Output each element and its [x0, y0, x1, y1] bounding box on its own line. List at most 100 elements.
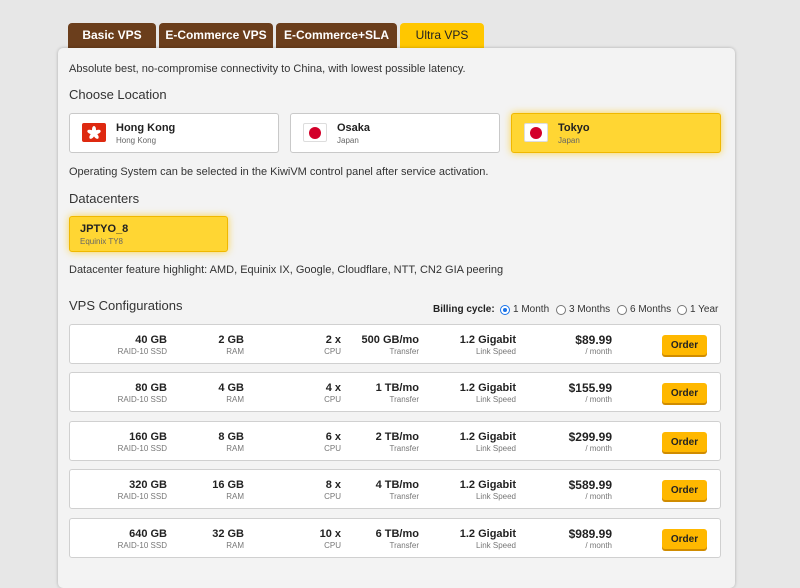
order-button[interactable]: Order: [662, 383, 707, 403]
disk-value: 40 GB: [135, 334, 167, 346]
radio-icon[interactable]: [556, 304, 566, 315]
transfer-value: 1 TB/mo: [375, 382, 419, 394]
billing-option-6-months[interactable]: 6 Months: [617, 304, 671, 315]
transfer-label: Transfer: [389, 541, 420, 550]
os-note: Operating System can be selected in the …: [69, 166, 489, 178]
order-button[interactable]: Order: [662, 335, 707, 355]
transfer-label: Transfer: [389, 444, 420, 453]
cpu-label: CPU: [324, 444, 341, 453]
disk-label: RAID-10 SSD: [117, 395, 167, 404]
tab-ultra-vps[interactable]: Ultra VPS: [400, 23, 484, 48]
location-name: Osaka: [337, 122, 371, 134]
disk-label: RAID-10 SSD: [117, 541, 167, 550]
ram-label: RAM: [226, 395, 244, 404]
radio-selected-icon[interactable]: [500, 304, 510, 315]
cpu-value: 8 x: [325, 479, 341, 491]
japan-flag-icon: [524, 123, 548, 142]
disk-value: 160 GB: [129, 431, 167, 443]
order-button[interactable]: Order: [662, 529, 707, 549]
transfer-value: 2 TB/mo: [375, 431, 419, 443]
billing-option-1-year[interactable]: 1 Year: [677, 304, 718, 315]
transfer-value: 4 TB/mo: [375, 479, 419, 491]
link-speed-label: Link Speed: [475, 395, 516, 404]
cpu-value: 6 x: [325, 431, 341, 443]
config-row: 80 GB RAID-10 SSD 4 GB RAM 4 x CPU 1 TB/…: [69, 372, 721, 412]
billing-cycle-label: Billing cycle:: [433, 304, 495, 315]
transfer-label: Transfer: [389, 492, 420, 501]
radio-icon[interactable]: [617, 304, 627, 315]
link-speed-value: 1.2 Gigabit: [459, 528, 516, 540]
link-speed-value: 1.2 Gigabit: [459, 431, 516, 443]
ram-label: RAM: [226, 492, 244, 501]
billing-option-3-months[interactable]: 3 Months: [556, 304, 610, 315]
cpu-label: CPU: [324, 492, 341, 501]
billing-option-1-month[interactable]: 1 Month: [500, 304, 549, 315]
config-row: 320 GB RAID-10 SSD 16 GB RAM 8 x CPU 4 T…: [69, 469, 721, 509]
product-tabs: Basic VPS E-Commerce VPS E-Commerce+SLA …: [68, 23, 487, 48]
transfer-label: Transfer: [389, 395, 420, 404]
link-speed-value: 1.2 Gigabit: [459, 382, 516, 394]
tab-ecommerce-vps[interactable]: E-Commerce VPS: [159, 23, 273, 48]
config-row: 640 GB RAID-10 SSD 32 GB RAM 10 x CPU 6 …: [69, 518, 721, 558]
price-value: $89.99: [575, 333, 612, 347]
config-row: 160 GB RAID-10 SSD 8 GB RAM 6 x CPU 2 TB…: [69, 421, 721, 461]
hong-kong-flag-icon: [82, 123, 106, 142]
cpu-value: 4 x: [325, 382, 341, 394]
link-speed-label: Link Speed: [475, 347, 516, 356]
disk-label: RAID-10 SSD: [117, 492, 167, 501]
location-name: Tokyo: [558, 122, 590, 134]
ram-value: 2 GB: [218, 334, 244, 346]
price-value: $155.99: [568, 381, 612, 395]
ram-label: RAM: [226, 541, 244, 550]
location-option-osaka[interactable]: Osaka Japan: [290, 113, 500, 153]
cpu-value: 2 x: [325, 334, 341, 346]
disk-value: 320 GB: [129, 479, 167, 491]
config-row: 40 GB RAID-10 SSD 2 GB RAM 2 x CPU 500 G…: [69, 324, 721, 364]
ram-value: 32 GB: [212, 528, 244, 540]
transfer-value: 500 GB/mo: [361, 334, 419, 346]
configs-heading: VPS Configurations: [69, 298, 183, 313]
order-button[interactable]: Order: [662, 480, 707, 500]
ram-value: 16 GB: [212, 479, 244, 491]
cpu-label: CPU: [324, 347, 341, 356]
price-period: / month: [585, 492, 612, 501]
tab-basic-vps[interactable]: Basic VPS: [68, 23, 156, 48]
datacenter-option-jptyo8[interactable]: JPTYO_8 Equinix TY8: [69, 216, 228, 252]
price-period: / month: [585, 395, 612, 404]
link-speed-value: 1.2 Gigabit: [459, 334, 516, 346]
order-button[interactable]: Order: [662, 432, 707, 452]
link-speed-label: Link Speed: [475, 492, 516, 501]
location-country: Japan: [558, 136, 580, 145]
cpu-label: CPU: [324, 541, 341, 550]
datacenter-name: JPTYO_8: [80, 223, 129, 235]
transfer-label: Transfer: [389, 347, 420, 356]
price-period: / month: [585, 444, 612, 453]
location-name: Hong Kong: [116, 122, 176, 134]
datacenter-facility: Equinix TY8: [80, 237, 123, 246]
radio-icon[interactable]: [677, 304, 687, 315]
tab-ecommerce-sla[interactable]: E-Commerce+SLA: [276, 23, 397, 48]
price-period: / month: [585, 347, 612, 356]
price-value: $299.99: [568, 430, 612, 444]
location-option-hong-kong[interactable]: Hong Kong Hong Kong: [69, 113, 279, 153]
disk-label: RAID-10 SSD: [117, 347, 167, 356]
intro-text: Absolute best, no-compromise connectivit…: [69, 63, 466, 75]
location-country: Japan: [337, 136, 359, 145]
ram-value: 4 GB: [218, 382, 244, 394]
datacenters-heading: Datacenters: [69, 191, 140, 206]
datacenter-highlight: Datacenter feature highlight: AMD, Equin…: [69, 264, 504, 276]
link-speed-label: Link Speed: [475, 444, 516, 453]
link-speed-value: 1.2 Gigabit: [459, 479, 516, 491]
ram-label: RAM: [226, 444, 244, 453]
price-period: / month: [585, 541, 612, 550]
ram-value: 8 GB: [218, 431, 244, 443]
disk-value: 80 GB: [135, 382, 167, 394]
disk-value: 640 GB: [129, 528, 167, 540]
location-country: Hong Kong: [116, 136, 157, 145]
price-value: $589.99: [568, 478, 612, 492]
location-option-tokyo[interactable]: Tokyo Japan: [511, 113, 721, 153]
price-value: $989.99: [568, 527, 612, 541]
ram-label: RAM: [226, 347, 244, 356]
cpu-value: 10 x: [319, 528, 341, 540]
link-speed-label: Link Speed: [475, 541, 516, 550]
